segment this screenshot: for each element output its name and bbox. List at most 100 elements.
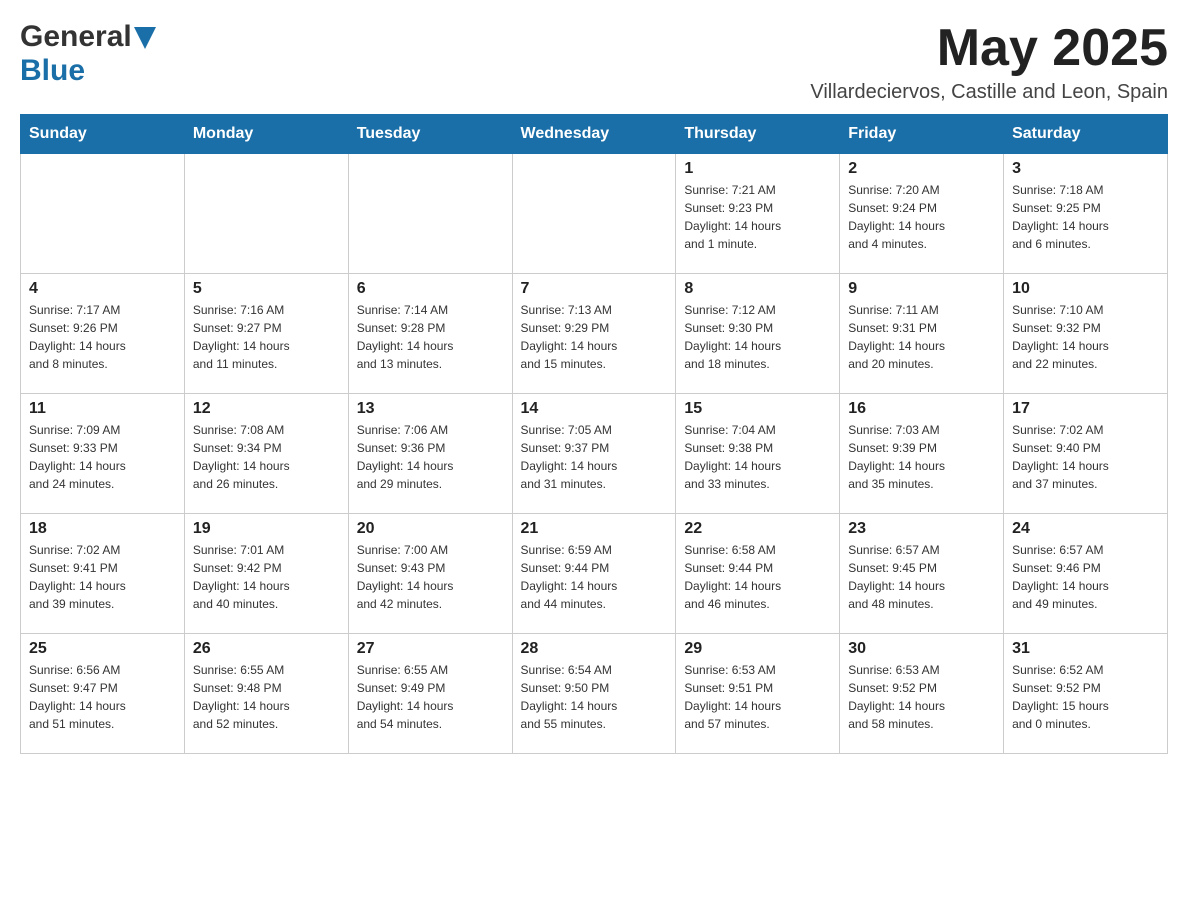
day-info: Sunrise: 7:09 AM Sunset: 9:33 PM Dayligh… xyxy=(29,421,176,493)
day-number: 27 xyxy=(357,640,504,658)
calendar-cell: 8Sunrise: 7:12 AM Sunset: 9:30 PM Daylig… xyxy=(676,274,840,394)
title-section: May 2025 Villardeciervos, Castille and L… xyxy=(810,20,1168,104)
day-info: Sunrise: 7:16 AM Sunset: 9:27 PM Dayligh… xyxy=(193,301,340,373)
day-of-week-header: Friday xyxy=(840,115,1004,154)
calendar-cell: 14 Sunrise: 7:05 AM Sunset: 9:37 PM Dayli… xyxy=(512,394,676,514)
calendar-cell: 18 Sunrise: 7:02 AM Sunset: 9:41 PM Dayli… xyxy=(21,514,185,634)
calendar-cell: 6 Sunrise: 7:14 AM Sunset: 9:28 PM Daylig… xyxy=(348,274,512,394)
calendar-week-row: 11 Sunrise: 7:09 AM Sunset: 9:33 PM Dayli… xyxy=(21,394,1168,514)
calendar-cell: 21Sunrise: 6:59 AM Sunset: 9:44 PM Dayli… xyxy=(512,514,676,634)
day-number: 21 xyxy=(521,520,668,538)
calendar-cell: 2 Sunrise: 7:20 AM Sunset: 9:24 PM Daylig… xyxy=(840,154,1004,274)
day-info: Sunrise: 7:02 AM Sunset: 9:41 PM Dayligh… xyxy=(29,541,176,613)
logo-blue-text: Blue xyxy=(20,54,85,88)
day-info: Sunrise: 7:17 AM Sunset: 9:26 PM Dayligh… xyxy=(29,301,176,373)
calendar-cell: 7 Sunrise: 7:13 AM Sunset: 9:29 PM Daylig… xyxy=(512,274,676,394)
calendar-cell xyxy=(21,154,185,274)
day-info: Sunrise: 6:52 AM Sunset: 9:52 PM Dayligh… xyxy=(1012,661,1159,733)
calendar-cell: 31Sunrise: 6:52 AM Sunset: 9:52 PM Dayli… xyxy=(1004,634,1168,754)
calendar-cell: 23 Sunrise: 6:57 AM Sunset: 9:45 PM Dayli… xyxy=(840,514,1004,634)
day-number: 13 xyxy=(357,400,504,418)
day-info: Sunrise: 6:53 AM Sunset: 9:51 PM Dayligh… xyxy=(684,661,831,733)
calendar-cell: 15 Sunrise: 7:04 AM Sunset: 9:38 PM Dayli… xyxy=(676,394,840,514)
day-info: Sunrise: 7:21 AM Sunset: 9:23 PM Dayligh… xyxy=(684,181,831,253)
day-number: 12 xyxy=(193,400,340,418)
day-number: 26 xyxy=(193,640,340,658)
calendar-cell: 16Sunrise: 7:03 AM Sunset: 9:39 PM Dayli… xyxy=(840,394,1004,514)
day-number: 18 xyxy=(29,520,176,538)
calendar-cell: 19Sunrise: 7:01 AM Sunset: 9:42 PM Dayli… xyxy=(184,514,348,634)
calendar-cell xyxy=(348,154,512,274)
calendar-cell: 22Sunrise: 6:58 AM Sunset: 9:44 PM Dayli… xyxy=(676,514,840,634)
day-of-week-header: Sunday xyxy=(21,115,185,154)
day-info: Sunrise: 6:56 AM Sunset: 9:47 PM Dayligh… xyxy=(29,661,176,733)
logo-general-text: General xyxy=(20,20,132,54)
calendar-cell: 17 Sunrise: 7:02 AM Sunset: 9:40 PM Dayli… xyxy=(1004,394,1168,514)
calendar-cell: 11 Sunrise: 7:09 AM Sunset: 9:33 PM Dayli… xyxy=(21,394,185,514)
day-number: 20 xyxy=(357,520,504,538)
day-info: Sunrise: 6:57 AM Sunset: 9:46 PM Dayligh… xyxy=(1012,541,1159,613)
day-number: 14 xyxy=(521,400,668,418)
calendar-cell: 28 Sunrise: 6:54 AM Sunset: 9:50 PM Dayli… xyxy=(512,634,676,754)
day-number: 1 xyxy=(684,160,831,178)
day-number: 23 xyxy=(848,520,995,538)
day-info: Sunrise: 6:55 AM Sunset: 9:49 PM Dayligh… xyxy=(357,661,504,733)
calendar-cell: 10 Sunrise: 7:10 AM Sunset: 9:32 PM Dayli… xyxy=(1004,274,1168,394)
day-info: Sunrise: 7:02 AM Sunset: 9:40 PM Dayligh… xyxy=(1012,421,1159,493)
day-info: Sunrise: 6:58 AM Sunset: 9:44 PM Dayligh… xyxy=(684,541,831,613)
day-info: Sunrise: 6:57 AM Sunset: 9:45 PM Dayligh… xyxy=(848,541,995,613)
calendar-week-row: 4 Sunrise: 7:17 AM Sunset: 9:26 PM Daylig… xyxy=(21,274,1168,394)
calendar-cell: 9Sunrise: 7:11 AM Sunset: 9:31 PM Daylig… xyxy=(840,274,1004,394)
day-number: 17 xyxy=(1012,400,1159,418)
day-info: Sunrise: 7:10 AM Sunset: 9:32 PM Dayligh… xyxy=(1012,301,1159,373)
day-number: 11 xyxy=(29,400,176,418)
logo-triangle-icon xyxy=(134,27,156,49)
calendar-week-row: 25Sunrise: 6:56 AM Sunset: 9:47 PM Dayli… xyxy=(21,634,1168,754)
calendar-cell: 25Sunrise: 6:56 AM Sunset: 9:47 PM Dayli… xyxy=(21,634,185,754)
calendar-cell: 12 Sunrise: 7:08 AM Sunset: 9:34 PM Dayli… xyxy=(184,394,348,514)
day-info: Sunrise: 7:05 AM Sunset: 9:37 PM Dayligh… xyxy=(521,421,668,493)
day-info: Sunrise: 7:01 AM Sunset: 9:42 PM Dayligh… xyxy=(193,541,340,613)
calendar-table: SundayMondayTuesdayWednesdayThursdayFrid… xyxy=(20,114,1168,754)
calendar-cell: 29 Sunrise: 6:53 AM Sunset: 9:51 PM Dayli… xyxy=(676,634,840,754)
day-number: 8 xyxy=(684,280,831,298)
day-number: 7 xyxy=(521,280,668,298)
calendar-cell: 5 Sunrise: 7:16 AM Sunset: 9:27 PM Daylig… xyxy=(184,274,348,394)
day-info: Sunrise: 7:04 AM Sunset: 9:38 PM Dayligh… xyxy=(684,421,831,493)
day-of-week-header: Wednesday xyxy=(512,115,676,154)
day-info: Sunrise: 7:14 AM Sunset: 9:28 PM Dayligh… xyxy=(357,301,504,373)
day-number: 29 xyxy=(684,640,831,658)
day-number: 2 xyxy=(848,160,995,178)
day-number: 10 xyxy=(1012,280,1159,298)
calendar-header-row: SundayMondayTuesdayWednesdayThursdayFrid… xyxy=(21,115,1168,154)
day-info: Sunrise: 6:53 AM Sunset: 9:52 PM Dayligh… xyxy=(848,661,995,733)
day-info: Sunrise: 7:13 AM Sunset: 9:29 PM Dayligh… xyxy=(521,301,668,373)
calendar-week-row: 1 Sunrise: 7:21 AM Sunset: 9:23 PM Daylig… xyxy=(21,154,1168,274)
day-number: 6 xyxy=(357,280,504,298)
month-year-title: May 2025 xyxy=(810,20,1168,77)
calendar-cell: 26 Sunrise: 6:55 AM Sunset: 9:48 PM Dayli… xyxy=(184,634,348,754)
day-info: Sunrise: 7:03 AM Sunset: 9:39 PM Dayligh… xyxy=(848,421,995,493)
calendar-cell: 13Sunrise: 7:06 AM Sunset: 9:36 PM Dayli… xyxy=(348,394,512,514)
calendar-cell: 30Sunrise: 6:53 AM Sunset: 9:52 PM Dayli… xyxy=(840,634,1004,754)
calendar-cell: 1 Sunrise: 7:21 AM Sunset: 9:23 PM Daylig… xyxy=(676,154,840,274)
day-info: Sunrise: 7:20 AM Sunset: 9:24 PM Dayligh… xyxy=(848,181,995,253)
day-number: 24 xyxy=(1012,520,1159,538)
day-of-week-header: Thursday xyxy=(676,115,840,154)
day-number: 28 xyxy=(521,640,668,658)
day-of-week-header: Saturday xyxy=(1004,115,1168,154)
day-number: 4 xyxy=(29,280,176,298)
calendar-cell: 24 Sunrise: 6:57 AM Sunset: 9:46 PM Dayli… xyxy=(1004,514,1168,634)
day-number: 15 xyxy=(684,400,831,418)
day-info: Sunrise: 7:18 AM Sunset: 9:25 PM Dayligh… xyxy=(1012,181,1159,253)
day-number: 9 xyxy=(848,280,995,298)
day-of-week-header: Monday xyxy=(184,115,348,154)
page-header: General Blue May 2025 Villardeciervos, C… xyxy=(20,20,1168,104)
calendar-cell: 3 Sunrise: 7:18 AM Sunset: 9:25 PM Daylig… xyxy=(1004,154,1168,274)
calendar-cell xyxy=(512,154,676,274)
day-info: Sunrise: 6:55 AM Sunset: 9:48 PM Dayligh… xyxy=(193,661,340,733)
day-info: Sunrise: 7:08 AM Sunset: 9:34 PM Dayligh… xyxy=(193,421,340,493)
day-info: Sunrise: 6:54 AM Sunset: 9:50 PM Dayligh… xyxy=(521,661,668,733)
day-number: 5 xyxy=(193,280,340,298)
day-number: 3 xyxy=(1012,160,1159,178)
